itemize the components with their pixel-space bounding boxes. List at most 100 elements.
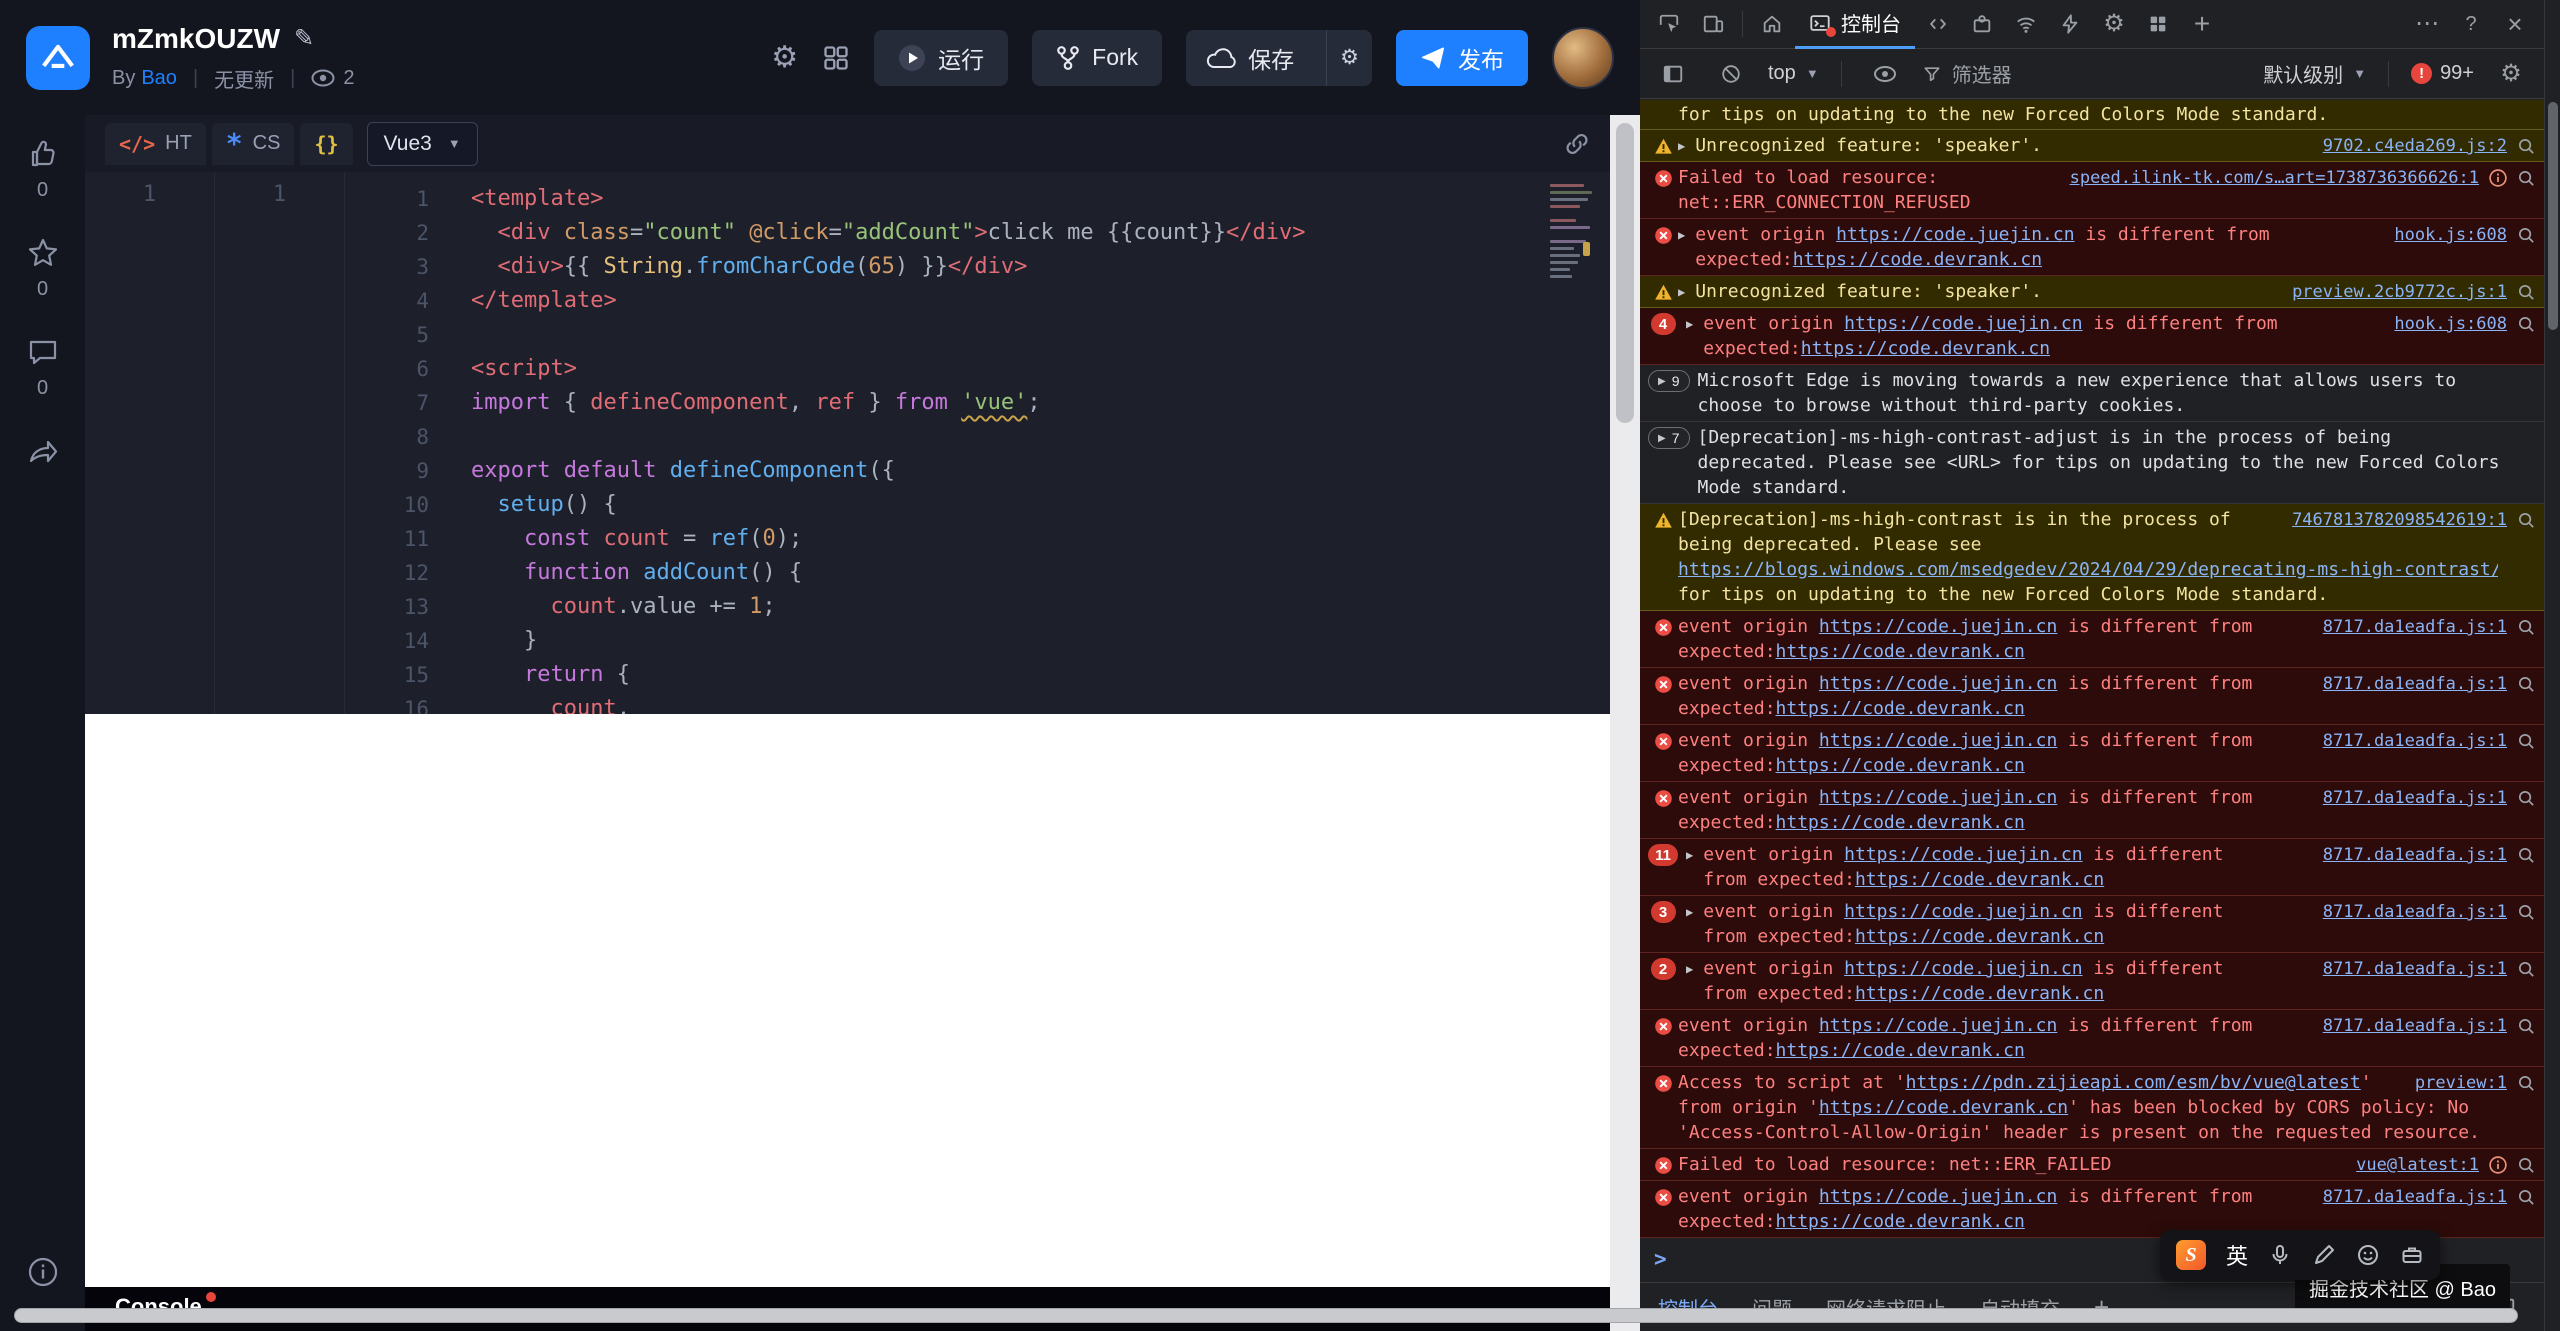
preview-pane[interactable] bbox=[85, 714, 1610, 1287]
sogou-ime-logo[interactable]: S bbox=[2176, 1240, 2206, 1270]
console-link[interactable]: https://code.devrank.cn bbox=[1776, 755, 2025, 776]
console-link[interactable]: https://code.devrank.cn bbox=[1776, 1211, 2025, 1232]
search-similar-icon[interactable] bbox=[2517, 1017, 2536, 1036]
console-source-link[interactable]: 8717.da1eadfa.js:1 bbox=[2323, 843, 2507, 867]
device-toolbar-icon[interactable] bbox=[1692, 3, 1734, 45]
console-message[interactable]: Failed to load resource: net::ERR_FAILED… bbox=[1640, 1149, 2544, 1181]
tab-console[interactable]: 控制台 bbox=[1795, 0, 1915, 49]
blocked-request-info-icon[interactable] bbox=[2489, 169, 2507, 187]
ime-language-mode[interactable]: 英 bbox=[2226, 1239, 2248, 1271]
console-message[interactable]: 4▶event origin https://code.juejin.cn is… bbox=[1640, 308, 2544, 365]
tab-network-icon[interactable] bbox=[2005, 3, 2047, 45]
tab-css[interactable]: * CS bbox=[212, 123, 295, 165]
console-source-link[interactable]: speed.ilink-tk.com/s…art=1738736366626:1 bbox=[2070, 166, 2479, 190]
tab-performance-icon[interactable] bbox=[2049, 3, 2091, 45]
console-source-link[interactable]: 8717.da1eadfa.js:1 bbox=[2323, 615, 2507, 639]
info-button[interactable] bbox=[0, 1255, 85, 1289]
code-editor[interactable]: 1 1 12345678910111213141516 <template> <… bbox=[85, 172, 1610, 714]
console-source-link[interactable]: 8717.da1eadfa.js:1 bbox=[2323, 957, 2507, 981]
group-count-badge[interactable]: ▶7 bbox=[1648, 427, 1690, 449]
search-similar-icon[interactable] bbox=[2517, 675, 2536, 694]
console-message[interactable]: ▶Unrecognized feature: 'speaker'.preview… bbox=[1640, 276, 2544, 308]
console-link[interactable]: https://code.juejin.cn bbox=[1836, 224, 2074, 245]
save-button[interactable]: 保存 ⚙ bbox=[1186, 30, 1372, 86]
console-vertical-scrollbar[interactable] bbox=[2544, 0, 2560, 1331]
expand-chevron-icon[interactable]: ▶ bbox=[1686, 899, 1703, 919]
console-link[interactable]: https://code.juejin.cn bbox=[1819, 616, 2057, 637]
search-similar-icon[interactable] bbox=[2517, 1188, 2536, 1207]
console-link[interactable]: https://code.devrank.cn bbox=[1776, 641, 2025, 662]
language-selector[interactable]: Vue3 ▼ bbox=[367, 122, 478, 166]
juejin-code-logo[interactable] bbox=[26, 26, 90, 90]
star-button[interactable]: 0 bbox=[26, 236, 60, 301]
console-link[interactable]: https://pdn.zijieapi.com/esm/bv/vue@late… bbox=[1906, 1072, 2361, 1093]
console-message[interactable]: 3▶event origin https://code.juejin.cn is… bbox=[1640, 896, 2544, 953]
author-link[interactable]: Bao bbox=[141, 67, 177, 89]
search-similar-icon[interactable] bbox=[2517, 903, 2536, 922]
fork-button[interactable]: Fork bbox=[1032, 30, 1162, 86]
console-source-link[interactable]: 8717.da1eadfa.js:1 bbox=[2323, 1014, 2507, 1038]
save-settings-gear-icon[interactable]: ⚙ bbox=[1326, 30, 1372, 86]
expand-chevron-icon[interactable]: ▶ bbox=[1686, 956, 1703, 976]
ime-toolbar[interactable]: S 英 bbox=[2160, 1230, 2440, 1280]
console-link[interactable]: https://code.juejin.cn bbox=[1819, 730, 2057, 751]
console-link[interactable]: https://code.juejin.cn bbox=[1844, 901, 2082, 922]
console-link[interactable]: https://code.juejin.cn bbox=[1819, 1186, 2057, 1207]
console-message[interactable]: event origin https://code.juejin.cn is d… bbox=[1640, 611, 2544, 668]
tab-js[interactable]: {} bbox=[300, 123, 352, 165]
console-link[interactable]: https://code.devrank.cn bbox=[1793, 249, 2042, 270]
blocked-request-info-icon[interactable] bbox=[2489, 1156, 2507, 1174]
console-message[interactable]: ▶9Microsoft Edge is moving towards a new… bbox=[1640, 365, 2544, 422]
emoji-icon[interactable] bbox=[2356, 1243, 2380, 1267]
page-scrollbar-thumb[interactable] bbox=[1616, 123, 1634, 423]
help-icon[interactable]: ? bbox=[2450, 3, 2492, 45]
live-expression-eye-icon[interactable] bbox=[1864, 53, 1906, 95]
console-source-link[interactable]: hook.js:608 bbox=[2394, 312, 2507, 336]
console-message[interactable]: ▶event origin https://code.juejin.cn is … bbox=[1640, 219, 2544, 276]
console-message-list[interactable]: for tips on updating to the new Forced C… bbox=[1640, 100, 2544, 1282]
layout-grid-icon[interactable] bbox=[822, 44, 850, 72]
console-source-link[interactable]: 8717.da1eadfa.js:1 bbox=[2323, 900, 2507, 924]
tab-welcome-home-icon[interactable] bbox=[1751, 3, 1793, 45]
search-similar-icon[interactable] bbox=[2517, 1074, 2536, 1093]
console-link[interactable]: https://code.juejin.cn bbox=[1844, 958, 2082, 979]
expand-chevron-icon[interactable]: ▶ bbox=[1678, 133, 1695, 153]
console-message[interactable]: [Deprecation]-ms-high-contrast is in the… bbox=[1640, 504, 2544, 611]
user-avatar[interactable] bbox=[1552, 27, 1614, 89]
console-link[interactable]: https://blogs.windows.com/msedgedev/2024… bbox=[1678, 559, 2498, 580]
expand-chevron-icon[interactable]: ▶ bbox=[1678, 222, 1695, 242]
console-link[interactable]: https://code.devrank.cn bbox=[1801, 338, 2050, 359]
toolbox-icon[interactable] bbox=[2400, 1243, 2424, 1267]
search-similar-icon[interactable] bbox=[2517, 960, 2536, 979]
console-link[interactable]: https://code.juejin.cn bbox=[1844, 844, 2082, 865]
console-link[interactable]: https://code.devrank.cn bbox=[1776, 812, 2025, 833]
search-similar-icon[interactable] bbox=[2517, 511, 2536, 530]
console-source-link[interactable]: 8717.da1eadfa.js:1 bbox=[2323, 786, 2507, 810]
search-similar-icon[interactable] bbox=[2517, 1156, 2536, 1175]
add-tab-icon[interactable]: + bbox=[2181, 3, 2223, 45]
like-button[interactable]: 0 bbox=[26, 137, 60, 202]
console-link[interactable]: https://code.juejin.cn bbox=[1819, 787, 2057, 808]
search-similar-icon[interactable] bbox=[2517, 137, 2536, 156]
console-scrollbar-thumb[interactable] bbox=[2548, 102, 2558, 330]
publish-button[interactable]: 发布 bbox=[1396, 30, 1528, 86]
console-message[interactable]: 11▶event origin https://code.juejin.cn i… bbox=[1640, 839, 2544, 896]
more-menu-icon[interactable]: ⋯ bbox=[2406, 3, 2448, 45]
console-link[interactable]: https://code.juejin.cn bbox=[1819, 673, 2057, 694]
search-similar-icon[interactable] bbox=[2517, 618, 2536, 637]
expand-chevron-icon[interactable]: ▶ bbox=[1678, 279, 1695, 299]
console-link[interactable]: https://code.juejin.cn bbox=[1819, 1015, 2057, 1036]
console-message[interactable]: ▶7[Deprecation]-ms-high-contrast-adjust … bbox=[1640, 422, 2544, 504]
search-similar-icon[interactable] bbox=[2517, 283, 2536, 302]
edit-title-icon[interactable]: ✎ bbox=[294, 24, 314, 53]
tab-html[interactable]: </> HT bbox=[105, 123, 206, 165]
console-message[interactable]: event origin https://code.juejin.cn is d… bbox=[1640, 725, 2544, 782]
inspect-element-icon[interactable] bbox=[1648, 3, 1690, 45]
comment-button[interactable]: 0 bbox=[26, 335, 60, 400]
tab-more-tools-grid-icon[interactable] bbox=[2137, 3, 2179, 45]
close-devtools-icon[interactable]: × bbox=[2494, 3, 2536, 45]
console-message[interactable]: for tips on updating to the new Forced C… bbox=[1640, 100, 2544, 130]
clear-console-icon[interactable] bbox=[1710, 53, 1752, 95]
tab-settings-gear-icon[interactable]: ⚙ bbox=[2093, 3, 2135, 45]
console-message[interactable]: Failed to load resource:net::ERR_CONNECT… bbox=[1640, 162, 2544, 219]
